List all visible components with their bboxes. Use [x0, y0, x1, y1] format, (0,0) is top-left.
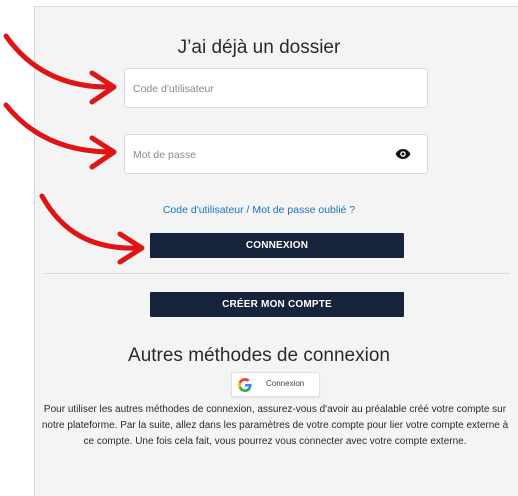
create-account-button[interactable]: CRÉER MON COMPTE [150, 292, 404, 317]
password-field[interactable] [124, 134, 428, 175]
forgot-credentials-link[interactable]: Code d'utilisateur / Mot de passe oublié… [0, 204, 518, 216]
password-input[interactable] [131, 135, 385, 175]
eye-icon[interactable] [395, 148, 411, 160]
divider [44, 273, 510, 274]
google-login-label: Connexion [266, 379, 305, 388]
connexion-button[interactable]: CONNEXION [150, 233, 404, 258]
login-title: J’ai déjà un dossier [177, 37, 341, 58]
alt-methods-info: Pour utiliser les autres méthodes de con… [41, 404, 509, 447]
username-input[interactable] [131, 69, 385, 109]
username-field[interactable] [124, 68, 428, 109]
google-icon [238, 378, 252, 392]
google-login-button[interactable]: Connexion [231, 372, 320, 397]
alt-methods-title: Autres méthodes de connexion [128, 345, 390, 366]
